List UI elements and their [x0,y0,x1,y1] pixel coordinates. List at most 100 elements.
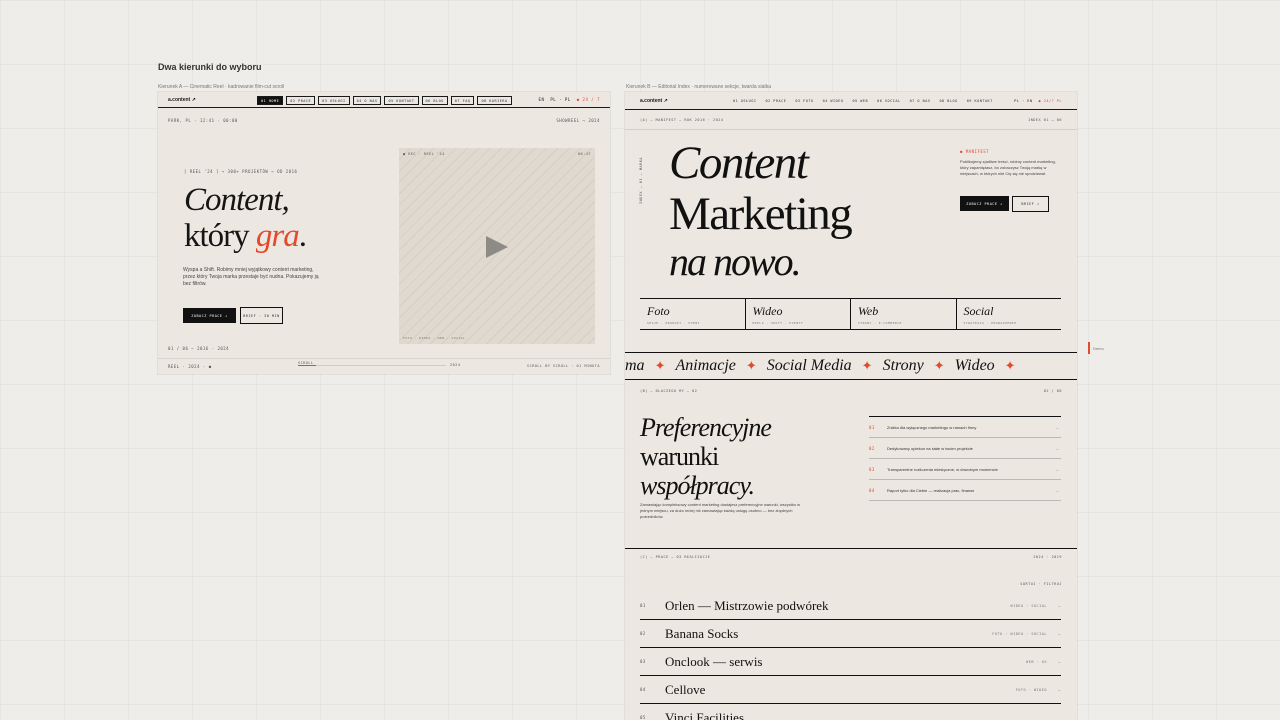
service-card-0[interactable]: Foto SESJE · PRODUKT · EVENT [640,299,746,329]
arrow-right-icon: → [1057,631,1061,636]
frame-a-tab-0[interactable]: 01 HOME [257,96,284,105]
frame-a-nav-right-1[interactable]: PL · PL [550,97,570,102]
work-number: 01 [640,603,646,608]
service-card-sub: STRONY · E-COMMERCE [858,321,902,325]
frame-b-nav: a.content ↗ 01 USŁUGI 02 PRACE 03 FOTO 04 W… [625,92,1077,110]
work-row-2[interactable]: 03 Onclook — serwis WEB · UX → [640,648,1061,676]
arrow-right-icon: → [1055,487,1059,493]
frame-a-tab-3[interactable]: 04 O NAS [352,96,382,105]
frame-a-logo[interactable]: a.content ↗ [168,97,196,103]
frame-a-progress[interactable] [298,365,446,366]
service-card-sub: SESJE · PRODUKT · EVENT [647,321,701,325]
frame-a-secondary-button[interactable]: BRIEF · 30 MIN [240,307,283,324]
service-card-title: Social [963,304,994,318]
frame-b-nav-item-8[interactable]: 09 KONTAKT [967,99,993,103]
frame-a[interactable]: a.content ↗ 01 HOME 02 PRACE 03 USŁUGI 04 O… [158,92,610,374]
frame-a-progress-end: 2024 [450,363,461,367]
arrow-right-icon: → [1055,424,1059,430]
frame-b-work-list: 01 Orlen — Mistrzowie podwórek WIDEO · SOC… [640,592,1061,720]
frame-b-nav-right-1[interactable]: ● 24/7 PL [1039,99,1062,103]
arrow-right-icon: → [1057,603,1061,608]
scroll-marker[interactable] [1088,342,1090,354]
pref-item-1[interactable]: 02 Dedykowany opiekun na stałe w twoim pr… [869,438,1061,459]
frame-a-tab-2[interactable]: 03 USŁUGI [318,96,350,105]
pref-item-text: Zniżka dla wyłącznego marketingu w ramac… [887,424,977,430]
frame-b-label[interactable]: Kierunek B — Editorial Index · numerowan… [626,84,771,90]
frame-b-logo[interactable]: a.content ↗ [640,98,668,104]
pref-item-text: Raport tylko dla Ciebie — realizacja pra… [887,487,975,493]
pref-item-3[interactable]: 04 Raport tylko dla Ciebie — realizacja p… [869,480,1061,501]
frame-a-label[interactable]: Kierunek A — Cinematic Reel · kadrowanie… [158,84,284,90]
frame-a-video-placeholder[interactable]: ● REC · REEL '24 00:47 FOTO · WIDEO · WE… [399,148,595,344]
frame-a-tab-1[interactable]: 02 PRACE [286,96,316,105]
frame-a-media-label-tl: ● REC · REEL '24 [403,152,445,156]
frame-b[interactable]: a.content ↗ 01 USŁUGI 02 PRACE 03 FOTO 04 W… [625,92,1077,720]
frame-b-nav-item-6[interactable]: 07 O NAS [910,99,931,103]
frame-b-service-cards: Foto SESJE · PRODUKT · EVENT Wideo REELS · … [640,298,1061,330]
frame-a-title-accent: gra [255,218,300,254]
arrow-right-icon: → [1055,445,1059,451]
pref-item-0[interactable]: 01 Zniżka dla wyłącznego marketingu w ram… [869,417,1061,438]
frame-b-secondary-button[interactable]: BRIEF ↗ [1012,196,1049,212]
work-meta: FOTO · WIDEO · SOCIAL [992,631,1047,636]
frame-a-title-line1: Content, [184,182,290,218]
service-card-3[interactable]: Social STRATEGIA · PROWADZENIE [957,299,1062,329]
frame-a-tab-5[interactable]: 06 BLOG [421,96,448,105]
frame-b-nav-item-4[interactable]: 05 WEB [852,99,868,103]
frame-b-nav-right-0[interactable]: PL · EN [1014,99,1032,103]
play-icon[interactable] [486,236,508,258]
frame-b-nav-item-5[interactable]: 06 SOCIAL [877,99,900,103]
frame-a-counter: 01 / 06 — 2016 · 2024 [168,346,230,351]
star-icon: ✦ [654,358,666,373]
pref-item-text: Dedykowany opiekun na stałe w twoim proj… [887,445,973,451]
work-row-4[interactable]: 05 Vinci Facilities [640,704,1061,720]
frame-a-primary-button[interactable]: ZOBACZ PRACE ↗ [183,308,236,323]
frame-b-title-line3: na nowo. [669,239,802,284]
frame-a-meta-right: SHOWREEL → 2024 [556,118,600,123]
pref-item-number: 03 [869,466,875,472]
service-card-1[interactable]: Wideo REELS · SPOTY · EVENTY [746,299,851,329]
work-row-0[interactable]: 01 Orlen — Mistrzowie podwórek WIDEO · SOC… [640,592,1061,620]
frame-a-nav-right-2[interactable]: ● 24 / 7 [577,97,600,102]
frame-a-tab-6[interactable]: 07 FAQ [450,96,475,105]
frame-b-pref-list: 01 Zniżka dla wyłącznego marketingu w ram… [869,416,1061,501]
service-card-title: Web [858,304,879,318]
frame-b-work-sub-left: (C) — PRACE — 03 REALIZACJE [640,555,711,559]
frame-b-title-line2: Marketing [669,188,853,240]
arrow-right-icon: → [1057,659,1061,664]
frame-b-primary-button[interactable]: ZOBACZ PRACE ↗ [960,196,1009,211]
work-title: Cellove [665,681,706,697]
work-meta: WEB · UX [1026,659,1047,664]
frame-b-divider [625,548,1077,549]
work-row-1[interactable]: 02 Banana Socks FOTO · WIDEO · SOCIAL → [640,620,1061,648]
arrow-right-icon: → [1057,687,1061,692]
frame-a-title-plain: który [184,218,256,254]
frame-b-nav-item-7[interactable]: 08 BLOG [939,99,957,103]
frame-b-subbar: (A) — MANIFEST — ROK 2016 · 2024 INDEX 0… [625,110,1077,130]
frame-a-nav-right-0[interactable]: EN [539,97,545,102]
work-title: Orlen — Mistrzowie podwórek [665,597,829,613]
frame-b-nav-item-3[interactable]: 04 WIDEO [823,99,844,103]
frame-a-bottom-right: SCROLL BY SCROLL · 01 MINUTA [526,364,600,368]
frame-a-tab-4[interactable]: 05 KONTAKT [384,96,419,105]
pref-item-2[interactable]: 03 Transparentne rozliczenia miesięczne, … [869,459,1061,480]
frame-b-nav-items: 01 USŁUGI 02 PRACE 03 FOTO 04 WIDEO 05 WEB 06… [733,99,993,103]
frame-b-pref-sub-right: 02 / 06 [1043,389,1062,393]
work-number: 04 [640,687,646,692]
frame-b-pref-title-line2: warunki [640,442,719,471]
pref-item-number: 04 [869,487,875,493]
star-icon: ✦ [933,358,945,373]
frame-a-eyebrow: [ REEL '24 ] → 300+ PROJEKTÓW → OD 2016 [184,169,298,174]
frame-b-work-header-meta[interactable]: SORTUJ · FILTRUJ [1020,582,1062,586]
work-number: 05 [640,715,646,720]
frame-b-nav-item-2[interactable]: 03 FOTO [795,99,813,103]
star-icon: ✦ [745,358,757,373]
work-row-3[interactable]: 04 Cellove FOTO · WIDEO → [640,676,1061,704]
frame-b-nav-item-0[interactable]: 01 USŁUGI [733,99,756,103]
service-card-2[interactable]: Web STRONY · E-COMMERCE [851,299,957,329]
frame-a-tab-7[interactable]: 08 KARIERA [477,96,512,105]
work-number: 03 [640,659,646,664]
frame-b-nav-item-1[interactable]: 02 PRACE [765,99,786,103]
frame-a-description: Wyspa a Shift. Robimy mniej wyjątkowy co… [183,267,319,287]
work-number: 02 [640,631,646,636]
